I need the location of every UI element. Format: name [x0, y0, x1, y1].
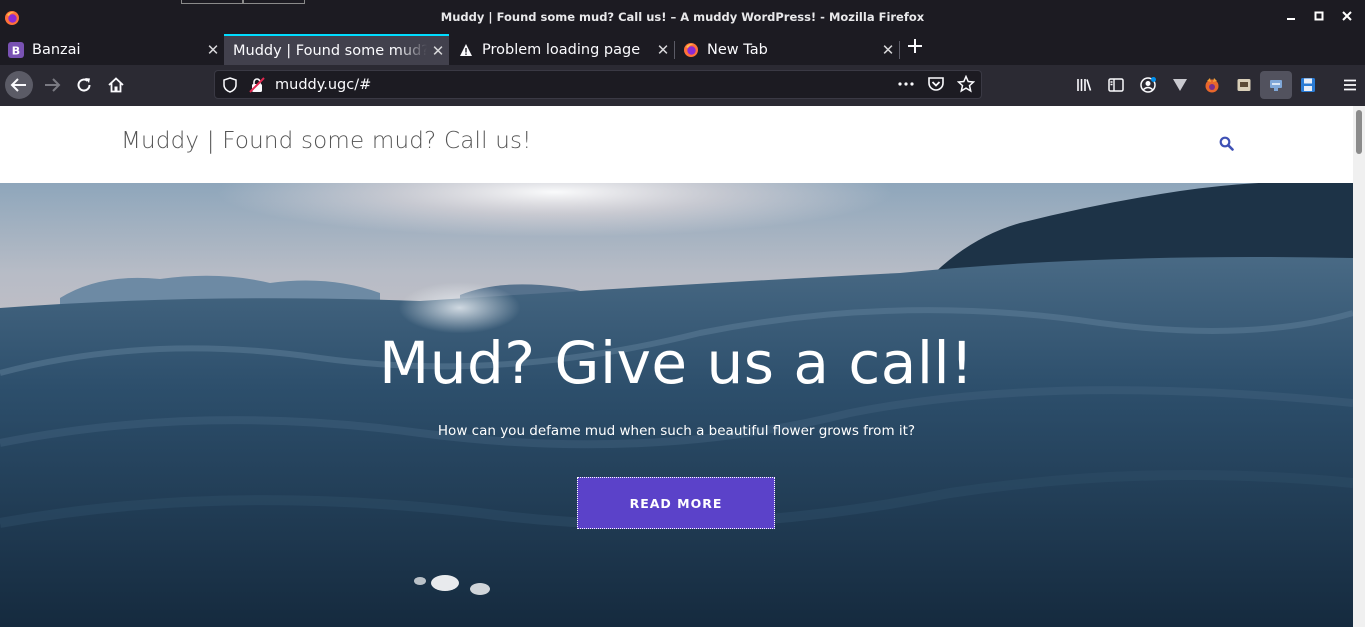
account-button[interactable] [1132, 71, 1164, 99]
close-icon [1342, 11, 1352, 21]
more-dots-icon [898, 82, 914, 86]
home-icon [108, 77, 124, 93]
web-page: Muddy | Found some mud? Call us! Mud? Gi… [0, 106, 1353, 627]
tab-close-button[interactable]: ✕ [877, 41, 899, 59]
tracking-shield-icon[interactable] [223, 77, 237, 93]
insecure-lock-icon[interactable] [249, 77, 265, 93]
window-controls [1283, 8, 1355, 24]
pocket-button[interactable] [927, 75, 945, 97]
tab-separator [899, 41, 900, 59]
toolbar-icons [1068, 71, 1365, 99]
close-window-button[interactable] [1339, 8, 1355, 24]
pocket-icon [928, 77, 944, 91]
site-search-button[interactable] [1219, 136, 1234, 155]
page-scrollbar[interactable] [1353, 106, 1365, 627]
sidebar-icon [1108, 78, 1124, 92]
tab-label: Muddy | Found some mud? Call us! [233, 42, 427, 59]
tab-banzai[interactable]: B Banzai ✕ [0, 34, 224, 65]
extension-box-button[interactable] [1228, 71, 1260, 99]
account-icon [1140, 77, 1156, 93]
save-page-button[interactable] [1292, 71, 1324, 99]
library-button[interactable] [1068, 71, 1100, 99]
tab-close-button[interactable]: ✕ [652, 41, 674, 59]
app-menu-button[interactable] [1334, 71, 1365, 99]
hamburger-menu-icon [1344, 79, 1356, 91]
minimize-button[interactable] [1283, 8, 1299, 24]
home-button[interactable] [102, 71, 130, 99]
svg-text:B: B [12, 44, 20, 57]
tab-problem-loading[interactable]: Problem loading page ✕ [450, 34, 674, 65]
tab-label: Problem loading page [482, 41, 641, 58]
window-titlebar: Muddy | Found some mud? Call us! – A mud… [0, 0, 1365, 34]
reload-icon [77, 78, 91, 92]
firefox-icon [683, 42, 699, 58]
tab-new-tab[interactable]: New Tab ✕ [675, 34, 899, 65]
page-actions-button[interactable] [897, 75, 915, 97]
hero-banner: Mud? Give us a call! How can you defame … [0, 183, 1353, 627]
tab-muddy[interactable]: Muddy | Found some mud? Call us! ✕ [224, 34, 449, 65]
extension-fox-button[interactable] [1196, 71, 1228, 99]
new-tab-button[interactable] [904, 37, 926, 61]
sidebar-button[interactable] [1100, 71, 1132, 99]
search-icon [1219, 136, 1234, 151]
titlebar-marker [243, 0, 305, 4]
library-icon [1077, 79, 1092, 91]
scrollbar-thumb[interactable] [1356, 110, 1362, 154]
minimize-icon [1287, 18, 1295, 20]
maximize-icon [1314, 11, 1324, 21]
tab-label: Banzai [32, 41, 81, 58]
proxy-extension-icon [1270, 80, 1282, 91]
maximize-button[interactable] [1311, 8, 1327, 24]
forward-button[interactable] [38, 71, 66, 99]
plus-icon [908, 39, 922, 53]
sea-background-image [0, 183, 1353, 627]
site-title-link[interactable]: Muddy | Found some mud? Call us! [121, 128, 532, 154]
url-bar[interactable]: muddy.ugc/# [214, 70, 982, 99]
url-bar-actions [897, 74, 976, 97]
fox-extension-icon [1205, 78, 1219, 93]
reload-button[interactable] [70, 71, 98, 99]
warning-icon [458, 42, 474, 58]
hero-subheading: How can you defame mud when such a beaut… [437, 423, 916, 439]
url-text[interactable]: muddy.ugc/# [275, 77, 371, 93]
box-extension-icon [1237, 79, 1251, 91]
tab-close-button[interactable]: ✕ [202, 41, 224, 59]
extension-v-button[interactable] [1164, 71, 1196, 99]
back-button[interactable] [5, 71, 33, 99]
floppy-disk-icon [1301, 78, 1315, 92]
tab-label: New Tab [707, 41, 768, 58]
arrow-right-icon [45, 78, 61, 92]
extension-active-button[interactable] [1260, 71, 1292, 99]
chevron-v-icon [1173, 79, 1187, 91]
banzai-b-icon: B [8, 41, 24, 58]
arrow-left-icon [10, 78, 26, 92]
tab-strip: B Banzai ✕ Muddy | Found some mud? Call … [0, 34, 1365, 65]
hero-heading: Mud? Give us a call! [379, 329, 974, 397]
site-header: Muddy | Found some mud? Call us! [0, 106, 1353, 184]
window-title: Muddy | Found some mud? Call us! – A mud… [440, 10, 925, 24]
titlebar-marker [181, 0, 243, 4]
star-icon [956, 74, 976, 93]
read-more-button[interactable]: READ MORE [577, 477, 775, 529]
tab-close-button[interactable]: ✕ [427, 42, 449, 60]
navigation-toolbar: muddy.ugc/# [0, 65, 1365, 106]
bookmark-star-button[interactable] [956, 74, 976, 97]
